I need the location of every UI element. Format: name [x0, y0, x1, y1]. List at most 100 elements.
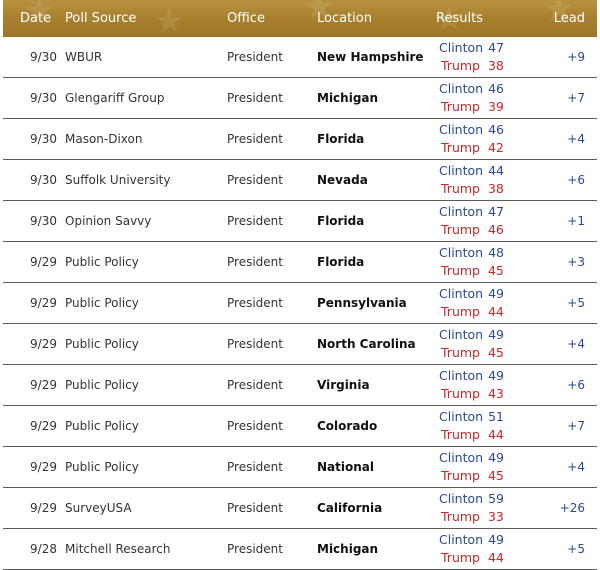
poll-results: Clinton 48 Trump 45: [439, 242, 549, 282]
candidate-percent: 49: [488, 327, 504, 342]
poll-lead: +7: [567, 419, 585, 433]
candidate-percent: 38: [487, 58, 504, 73]
poll-lead: +3: [567, 255, 585, 269]
table-row: 9/29 SurveyUSA President California Clinton 5…: [3, 488, 597, 529]
poll-location: Nevada: [317, 173, 368, 187]
candidate-name: Trump: [441, 509, 480, 524]
candidate-name: Trump: [441, 140, 480, 155]
candidate-name: Clinton: [439, 368, 484, 383]
poll-source: Public Policy: [65, 337, 139, 351]
table-body: 9/30 WBUR President New Hampshire Clinton 47 T…: [3, 37, 597, 570]
candidate-name: Trump: [441, 386, 480, 401]
poll-source: Mason-Dixon: [65, 132, 143, 146]
candidate-name: Trump: [441, 58, 480, 73]
candidate-percent: 51: [488, 409, 504, 424]
poll-source: Public Policy: [65, 378, 139, 392]
poll-location: Florida: [317, 255, 365, 269]
candidate-percent: 46: [487, 222, 504, 237]
candidate-percent: 45: [487, 468, 504, 483]
candidate-name: Trump: [441, 468, 480, 483]
candidate-name: Trump: [441, 304, 480, 319]
column-header-poll-source: Poll Source: [65, 11, 137, 26]
poll-office: President: [227, 337, 283, 351]
poll-location: Colorado: [317, 419, 378, 433]
poll-results: Clinton 46 Trump 42: [439, 119, 549, 159]
clinton-result: Clinton 51: [439, 408, 504, 426]
poll-date: 9/30: [30, 132, 57, 146]
candidate-name: Trump: [441, 427, 480, 442]
poll-results: Clinton 47 Trump 46: [439, 201, 549, 241]
candidate-percent: 39: [487, 99, 504, 114]
poll-office: President: [227, 173, 283, 187]
poll-office: President: [227, 542, 283, 556]
clinton-result: Clinton 49: [439, 285, 504, 303]
clinton-result: Clinton 49: [439, 326, 504, 344]
poll-source: Mitchell Research: [65, 542, 171, 556]
clinton-result: Clinton 47: [439, 203, 504, 221]
poll-results: Clinton 49 Trump 45: [439, 324, 549, 364]
trump-result: Trump 45: [441, 467, 504, 485]
poll-source: Public Policy: [65, 460, 139, 474]
table-row: 9/30 Mason-Dixon President Florida Clinton 46…: [3, 119, 597, 160]
candidate-percent: 42: [487, 140, 504, 155]
poll-results: Clinton 51 Trump 44: [439, 406, 549, 446]
poll-source: Public Policy: [65, 296, 139, 310]
candidate-name: Clinton: [439, 81, 484, 96]
table-row: 9/30 WBUR President New Hampshire Clinton 47 T…: [3, 37, 597, 78]
clinton-result: Clinton 47: [439, 39, 504, 57]
poll-location: Florida: [317, 214, 365, 228]
table-row: 9/29 Public Policy President Colorado Clinto…: [3, 406, 597, 447]
poll-lead: +5: [567, 296, 585, 310]
candidate-percent: 49: [488, 450, 504, 465]
candidate-name: Clinton: [439, 286, 484, 301]
candidate-name: Clinton: [439, 409, 484, 424]
candidate-percent: 44: [487, 427, 504, 442]
poll-lead: +4: [567, 337, 585, 351]
poll-date: 9/30: [30, 50, 57, 64]
poll-location: Michigan: [317, 91, 379, 105]
poll-date: 9/29: [30, 255, 57, 269]
table-row: 9/29 Public Policy President Virginia Clinto…: [3, 365, 597, 406]
table-row: 9/29 Public Policy President Florida Clinton…: [3, 242, 597, 283]
poll-results: Clinton 46 Trump 39: [439, 78, 549, 118]
poll-lead: +1: [567, 214, 585, 228]
poll-results: Clinton 49 Trump 45: [439, 447, 549, 487]
trump-result: Trump 33: [441, 508, 504, 526]
candidate-percent: 46: [488, 81, 504, 96]
table-row: 9/29 Public Policy President North Carolina…: [3, 324, 597, 365]
poll-date: 9/29: [30, 460, 57, 474]
candidate-name: Trump: [441, 222, 480, 237]
candidate-percent: 49: [488, 368, 504, 383]
poll-date: 9/28: [30, 542, 57, 556]
poll-source: Opinion Savvy: [65, 214, 152, 228]
poll-source: Public Policy: [65, 419, 139, 433]
poll-source: Suffolk University: [65, 173, 171, 187]
clinton-result: Clinton 49: [439, 367, 504, 385]
candidate-percent: 46: [488, 122, 504, 137]
candidate-percent: 47: [488, 40, 504, 55]
poll-date: 9/29: [30, 378, 57, 392]
candidate-percent: 44: [487, 304, 504, 319]
table-row: 9/30 Opinion Savvy President Florida Clinton…: [3, 201, 597, 242]
candidate-percent: 38: [487, 181, 504, 196]
candidate-percent: 45: [487, 263, 504, 278]
candidate-name: Clinton: [439, 327, 484, 342]
trump-result: Trump 42: [441, 139, 504, 157]
table-header: ★ ★ ★ ★ ★ Date Poll Source Office Locati…: [3, 0, 597, 37]
candidate-percent: 43: [487, 386, 504, 401]
poll-office: President: [227, 501, 283, 515]
poll-location: National: [317, 460, 374, 474]
poll-office: President: [227, 419, 283, 433]
poll-results: Clinton 59 Trump 33: [439, 488, 549, 528]
poll-lead: +4: [567, 460, 585, 474]
candidate-percent: 59: [488, 491, 504, 506]
poll-office: President: [227, 91, 283, 105]
candidate-name: Clinton: [439, 163, 484, 178]
poll-source: WBUR: [65, 50, 103, 64]
poll-location: Virginia: [317, 378, 370, 392]
poll-lead: +6: [567, 378, 585, 392]
poll-location: Pennsylvania: [317, 296, 407, 310]
clinton-result: Clinton 46: [439, 121, 504, 139]
candidate-percent: 48: [488, 245, 504, 260]
polls-table: ★ ★ ★ ★ ★ Date Poll Source Office Locati…: [3, 0, 597, 570]
